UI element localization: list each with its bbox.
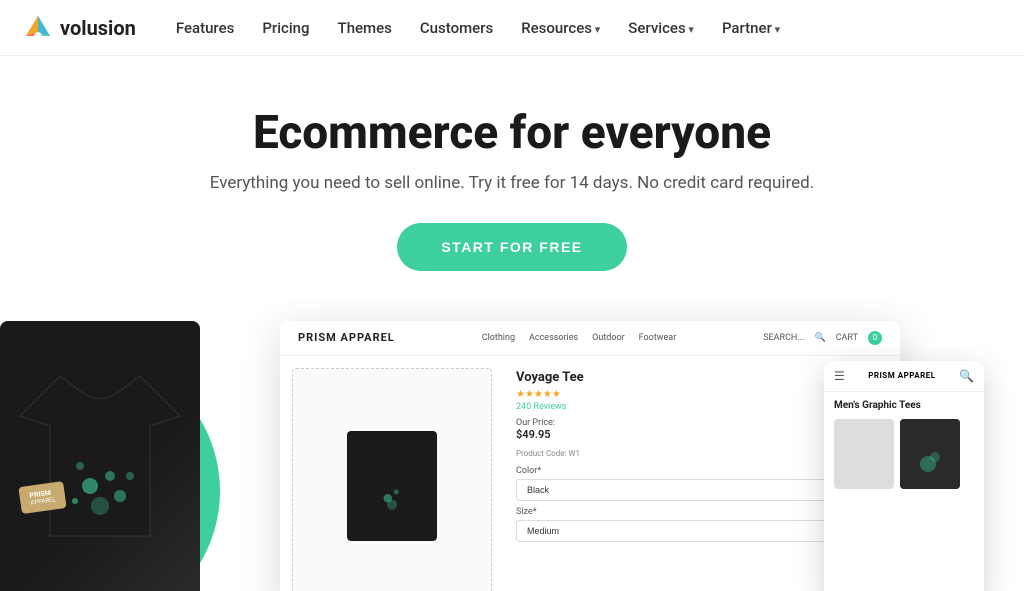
store-actions: SEARCH... 🔍 CART 0 [763,331,882,345]
product-code-value: W1 [568,449,580,458]
mobile-header: ☰ PRISM APPAREL 🔍 [824,361,984,392]
mobile-product-2 [900,419,960,489]
store-menu-clothing: Clothing [482,333,515,343]
nav-links: Features Pricing Themes Customers Resour… [176,18,780,37]
search-icon: 🔍 [814,333,825,343]
store-search-label: SEARCH... [763,333,804,343]
tshirt-left-image: PRISM APPAREL [0,321,200,591]
store-logo: PRISM APPAREL [298,331,395,344]
store-menu-accessories: Accessories [529,333,578,343]
store-navbar: PRISM APPAREL Clothing Accessories Outdo… [280,321,900,356]
mobile-products-grid [824,419,984,489]
navbar: volusion Features Pricing Themes Custome… [0,0,1024,56]
nav-item-resources[interactable]: Resources [521,18,600,37]
price-tag: PRISM APPAREL [18,481,67,514]
mobile-preview-window: ☰ PRISM APPAREL 🔍 Men's Graphic Tees [824,361,984,591]
mobile-store-logo: PRISM APPAREL [868,371,935,380]
nav-item-features[interactable]: Features [176,18,234,37]
nav-item-services[interactable]: Services [628,18,694,37]
mobile-tshirt-svg [900,419,960,489]
hamburger-icon: ☰ [834,369,845,383]
store-menu-footwear: Footwear [639,333,677,343]
start-for-free-button[interactable]: START FOR FREE [397,223,626,271]
preview-section: PRISM APPAREL PRISM APPAREL Clothing Acc… [0,301,1024,591]
store-content: Voyage Tee ★★★★★ 240 Reviews Our Price: … [280,356,900,591]
mini-tshirt-svg [357,443,427,528]
nav-item-themes[interactable]: Themes [338,18,392,37]
mobile-product-1 [834,419,894,489]
cart-badge: 0 [868,331,882,345]
product-code-label: Product Code: [516,449,566,458]
store-cart-label: CART [836,333,858,343]
volusion-logo-icon [24,14,52,42]
logo[interactable]: volusion [24,14,136,42]
store-menu: Clothing Accessories Outdoor Footwear [482,333,677,343]
mobile-section-title: Men's Graphic Tees [824,392,984,419]
store-preview-window: PRISM APPAREL Clothing Accessories Outdo… [280,321,900,591]
nav-item-partner[interactable]: Partner [722,18,780,37]
nav-item-customers[interactable]: Customers [420,18,493,37]
mini-tshirt [347,431,437,541]
hero-subtitle: Everything you need to sell online. Try … [20,173,1004,193]
store-menu-outdoor: Outdoor [592,333,625,343]
hero-section: Ecommerce for everyone Everything you ne… [0,56,1024,301]
mobile-search-icon: 🔍 [959,369,974,383]
product-image-area [292,368,492,591]
nav-item-pricing[interactable]: Pricing [262,18,309,37]
logo-text: volusion [60,16,136,40]
hero-title: Ecommerce for everyone [20,108,1004,159]
